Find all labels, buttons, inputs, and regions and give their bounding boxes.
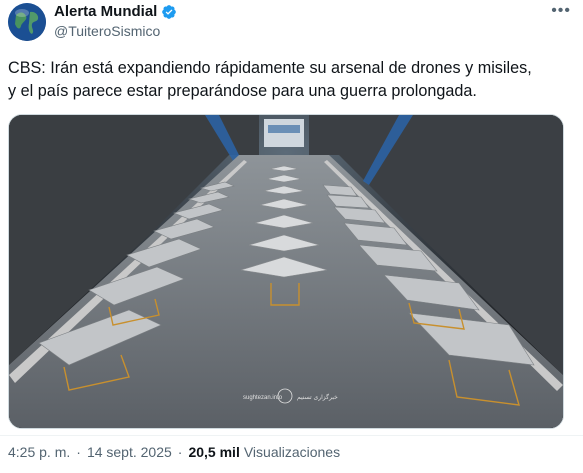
author-handle[interactable]: @TuiteroSismico [54,23,160,39]
tweet-time[interactable]: 4:25 p. m. [8,444,70,460]
verified-badge-icon [162,4,177,19]
more-options-icon[interactable]: ••• [551,2,571,20]
meta-separator: · [76,444,81,460]
tweet-text-line-2: y el país parece estar preparándose para… [8,82,477,100]
tweet-photo[interactable]: sughtezan.info خبرگزاری تسنیم [8,114,564,429]
meta-separator-2: · [177,444,183,460]
watermark-right: خبرگزاری تسنیم [297,393,338,401]
tweet-meta: 4:25 p. m. · 14 sept. 2025 · 20,5 mil Vi… [8,444,340,460]
watermark-left: sughtezan.info [243,395,283,401]
globe-icon [8,3,46,41]
views-label[interactable]: Visualizaciones [244,444,340,460]
author-name-row: Alerta Mundial [54,3,177,20]
tweet-text: CBS: Irán está expandiendo rápidamente s… [8,57,578,103]
avatar[interactable] [8,3,46,41]
views-count: 20,5 mil [188,444,240,460]
tweet-text-line-1: CBS: Irán está expandiendo rápidamente s… [8,59,532,77]
divider [0,435,583,436]
drones-tunnel-image: sughtezan.info خبرگزاری تسنیم [9,115,563,428]
author-name[interactable]: Alerta Mundial [54,3,157,20]
tweet-date[interactable]: 14 sept. 2025 [87,444,172,460]
